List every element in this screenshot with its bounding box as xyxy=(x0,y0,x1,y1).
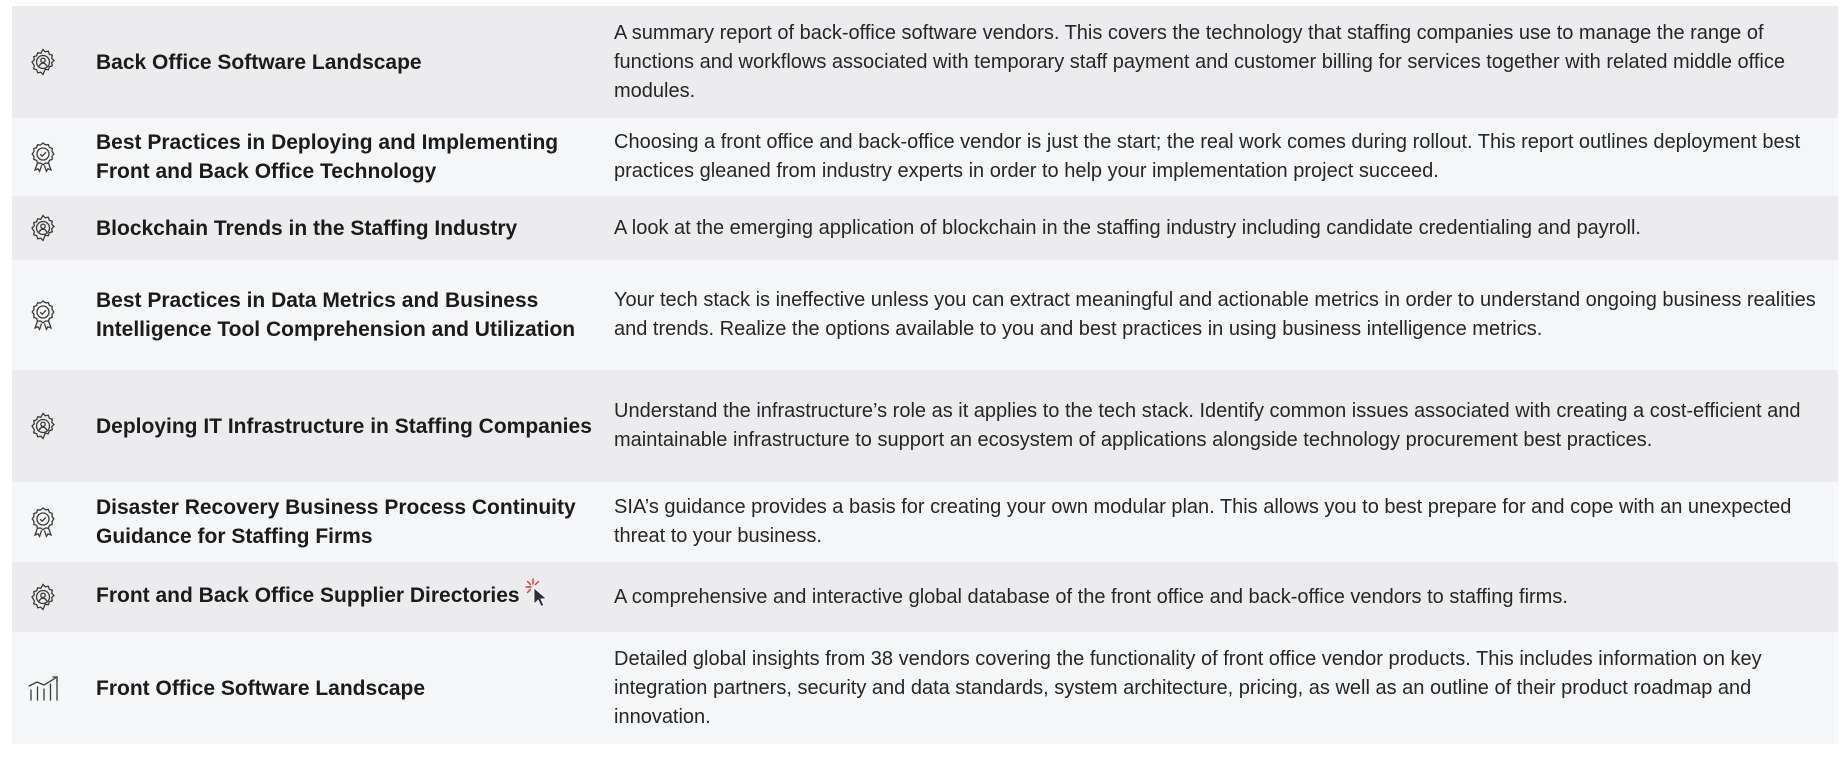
chart-growth-icon xyxy=(12,675,96,701)
report-description: A comprehensive and interactive global d… xyxy=(614,585,1568,608)
report-description: SIA’s guidance provides a basis for crea… xyxy=(614,496,1792,547)
report-row[interactable]: Disaster Recovery Business Process Conti… xyxy=(12,482,1838,562)
report-title[interactable]: Best Practices in Deploying and Implemen… xyxy=(96,128,614,186)
reports-table: Back Office Software Landscape A summary… xyxy=(12,6,1838,744)
gear-icon xyxy=(12,582,96,612)
report-description: Detailed global insights from 38 vendors… xyxy=(614,647,1762,728)
report-title-text[interactable]: Front and Back Office Supplier Directori… xyxy=(96,584,520,607)
award-badge-icon xyxy=(12,141,96,173)
report-description: Choosing a front office and back-office … xyxy=(614,131,1801,182)
report-description: A summary report of back-office software… xyxy=(614,21,1785,102)
report-title[interactable]: Best Practices in Data Metrics and Busin… xyxy=(96,286,614,344)
report-description: Your tech stack is ineffective unless yo… xyxy=(614,289,1816,340)
report-description: A look at the emerging application of bl… xyxy=(614,216,1641,239)
report-row[interactable]: Blockchain Trends in the Staffing Indust… xyxy=(12,196,1838,260)
award-badge-icon xyxy=(12,299,96,331)
award-badge-icon xyxy=(12,506,96,538)
report-row[interactable]: Deploying IT Infrastructure in Staffing … xyxy=(12,370,1838,482)
report-row[interactable]: Front Office Software Landscape Detailed… xyxy=(12,632,1838,744)
gear-icon xyxy=(12,47,96,77)
report-row[interactable]: Best Practices in Data Metrics and Busin… xyxy=(12,260,1838,370)
report-title[interactable]: Blockchain Trends in the Staffing Indust… xyxy=(96,214,614,243)
report-title[interactable]: Back Office Software Landscape xyxy=(96,48,614,77)
report-title[interactable]: Front and Back Office Supplier Directori… xyxy=(96,578,614,616)
report-row[interactable]: Front and Back Office Supplier Directori… xyxy=(12,562,1838,632)
report-title[interactable]: Front Office Software Landscape xyxy=(96,674,614,703)
report-row[interactable]: Best Practices in Deploying and Implemen… xyxy=(12,118,1838,196)
gear-icon xyxy=(12,411,96,441)
report-title[interactable]: Disaster Recovery Business Process Conti… xyxy=(96,493,614,551)
gear-icon xyxy=(12,213,96,243)
report-row[interactable]: Back Office Software Landscape A summary… xyxy=(12,6,1838,118)
report-title[interactable]: Deploying IT Infrastructure in Staffing … xyxy=(96,412,614,441)
click-cursor-icon xyxy=(524,578,550,616)
report-description: Understand the infrastructure’s role as … xyxy=(614,400,1801,451)
